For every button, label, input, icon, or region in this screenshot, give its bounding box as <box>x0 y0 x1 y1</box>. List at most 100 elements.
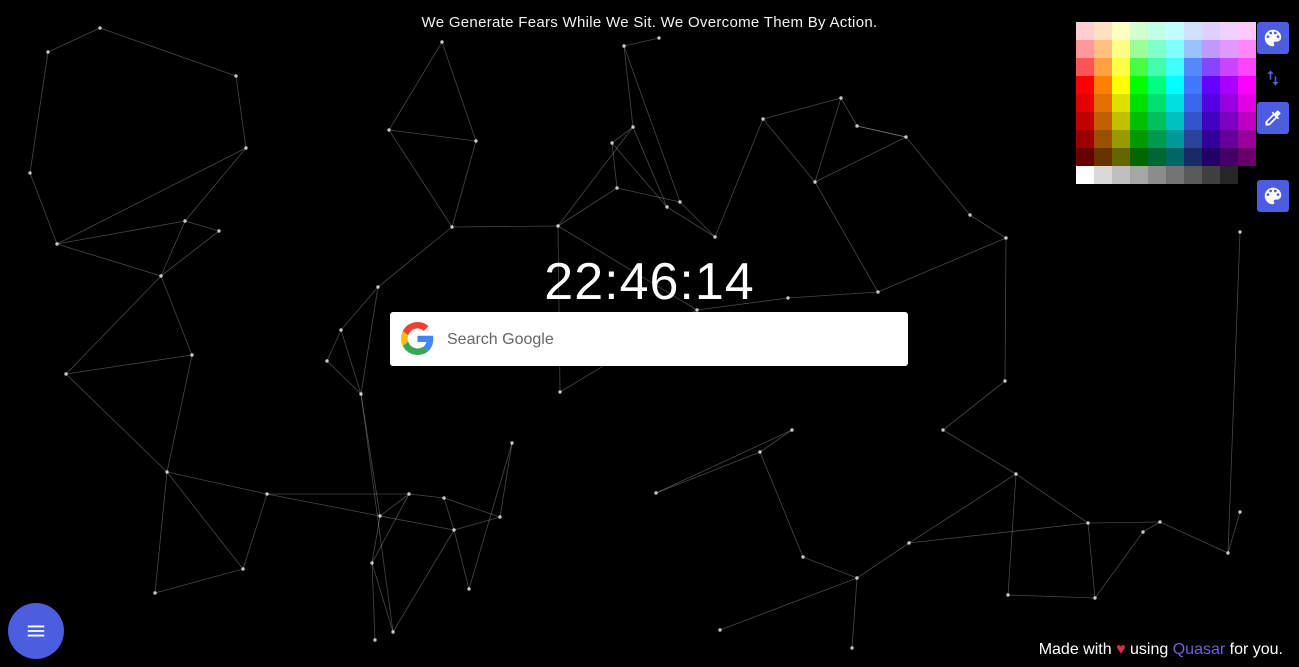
color-swatch[interactable] <box>1184 58 1202 76</box>
color-swatch[interactable] <box>1166 94 1184 112</box>
color-swatch[interactable] <box>1148 112 1166 130</box>
color-swatch[interactable] <box>1220 76 1238 94</box>
color-swatch[interactable] <box>1238 148 1256 166</box>
color-swatch[interactable] <box>1184 76 1202 94</box>
color-swatch[interactable] <box>1220 130 1238 148</box>
eyedropper-button[interactable] <box>1257 102 1289 134</box>
color-swatch[interactable] <box>1202 40 1220 58</box>
color-swatch[interactable] <box>1094 58 1112 76</box>
color-swatch[interactable] <box>1220 22 1238 40</box>
color-swatch[interactable] <box>1184 166 1202 184</box>
color-swatch[interactable] <box>1202 130 1220 148</box>
color-swatch[interactable] <box>1166 22 1184 40</box>
color-swatch[interactable] <box>1094 166 1112 184</box>
color-swatch[interactable] <box>1166 58 1184 76</box>
color-swatch[interactable] <box>1130 94 1148 112</box>
color-swatch[interactable] <box>1166 166 1184 184</box>
color-swatch[interactable] <box>1148 58 1166 76</box>
color-swatch[interactable] <box>1202 166 1220 184</box>
color-swatch[interactable] <box>1166 40 1184 58</box>
color-swatch[interactable] <box>1238 40 1256 58</box>
color-swatch[interactable] <box>1112 112 1130 130</box>
color-swatch[interactable] <box>1184 22 1202 40</box>
color-swatch[interactable] <box>1238 112 1256 130</box>
color-swatch[interactable] <box>1166 130 1184 148</box>
color-swatch[interactable] <box>1130 40 1148 58</box>
color-swatch[interactable] <box>1202 94 1220 112</box>
color-swatch[interactable] <box>1238 166 1256 184</box>
color-swatch[interactable] <box>1238 22 1256 40</box>
network-edge <box>443 497 501 518</box>
color-swatch[interactable] <box>1238 58 1256 76</box>
color-swatch[interactable] <box>1112 58 1130 76</box>
quasar-link[interactable]: Quasar <box>1173 641 1225 658</box>
color-swatch[interactable] <box>1130 130 1148 148</box>
color-swatch[interactable] <box>1220 112 1238 130</box>
color-swatch[interactable] <box>1076 76 1094 94</box>
swap-button[interactable] <box>1257 62 1289 94</box>
color-swatch[interactable] <box>1184 40 1202 58</box>
color-swatch[interactable] <box>1220 58 1238 76</box>
color-swatch[interactable] <box>1148 166 1166 184</box>
search-input[interactable] <box>445 312 889 368</box>
color-swatch[interactable] <box>1202 148 1220 166</box>
color-swatch[interactable] <box>1112 148 1130 166</box>
color-swatch[interactable] <box>1094 76 1112 94</box>
color-swatch[interactable] <box>1094 130 1112 148</box>
color-swatch[interactable] <box>1148 76 1166 94</box>
color-swatch[interactable] <box>1094 40 1112 58</box>
color-swatch[interactable] <box>1238 76 1256 94</box>
color-swatch[interactable] <box>1130 76 1148 94</box>
color-swatch[interactable] <box>1202 58 1220 76</box>
color-swatch[interactable] <box>1076 112 1094 130</box>
color-swatch[interactable] <box>1094 112 1112 130</box>
color-swatch[interactable] <box>1076 148 1094 166</box>
search-box[interactable] <box>390 312 908 368</box>
color-swatch[interactable] <box>1148 130 1166 148</box>
color-swatch[interactable] <box>1166 148 1184 166</box>
color-swatch[interactable] <box>1130 148 1148 166</box>
color-swatch[interactable] <box>1112 40 1130 58</box>
color-swatch[interactable] <box>1076 40 1094 58</box>
palette-button[interactable] <box>1257 22 1289 54</box>
color-swatch[interactable] <box>1148 40 1166 58</box>
color-swatch[interactable] <box>1076 166 1094 184</box>
color-swatch[interactable] <box>1148 22 1166 40</box>
color-swatch[interactable] <box>1148 148 1166 166</box>
color-swatch[interactable] <box>1094 22 1112 40</box>
color-swatch[interactable] <box>1130 112 1148 130</box>
color-swatch[interactable] <box>1148 94 1166 112</box>
color-swatch[interactable] <box>1076 130 1094 148</box>
color-swatch[interactable] <box>1220 166 1238 184</box>
color-swatch[interactable] <box>1202 112 1220 130</box>
color-swatch[interactable] <box>1094 94 1112 112</box>
color-swatch[interactable] <box>1130 58 1148 76</box>
color-swatch[interactable] <box>1130 22 1148 40</box>
palette-button-2[interactable] <box>1257 180 1289 212</box>
color-swatch[interactable] <box>1166 76 1184 94</box>
color-swatch[interactable] <box>1094 148 1112 166</box>
color-swatch[interactable] <box>1220 94 1238 112</box>
color-swatch[interactable] <box>1220 148 1238 166</box>
color-swatch[interactable] <box>1202 22 1220 40</box>
color-swatch[interactable] <box>1112 130 1130 148</box>
color-swatch[interactable] <box>1184 148 1202 166</box>
color-swatch[interactable] <box>1112 166 1130 184</box>
color-swatch[interactable] <box>1220 40 1238 58</box>
color-swatch[interactable] <box>1184 94 1202 112</box>
color-swatch[interactable] <box>1076 22 1094 40</box>
color-swatch[interactable] <box>1112 76 1130 94</box>
color-swatch[interactable] <box>1130 166 1148 184</box>
color-swatch[interactable] <box>1112 22 1130 40</box>
color-palette-grid[interactable] <box>1076 22 1256 202</box>
color-swatch[interactable] <box>1112 94 1130 112</box>
color-swatch[interactable] <box>1076 94 1094 112</box>
color-swatch[interactable] <box>1202 76 1220 94</box>
color-swatch[interactable] <box>1076 58 1094 76</box>
menu-button[interactable] <box>8 603 64 659</box>
color-swatch[interactable] <box>1238 130 1256 148</box>
color-swatch[interactable] <box>1166 112 1184 130</box>
color-swatch[interactable] <box>1238 94 1256 112</box>
color-swatch[interactable] <box>1184 130 1202 148</box>
color-swatch[interactable] <box>1184 112 1202 130</box>
